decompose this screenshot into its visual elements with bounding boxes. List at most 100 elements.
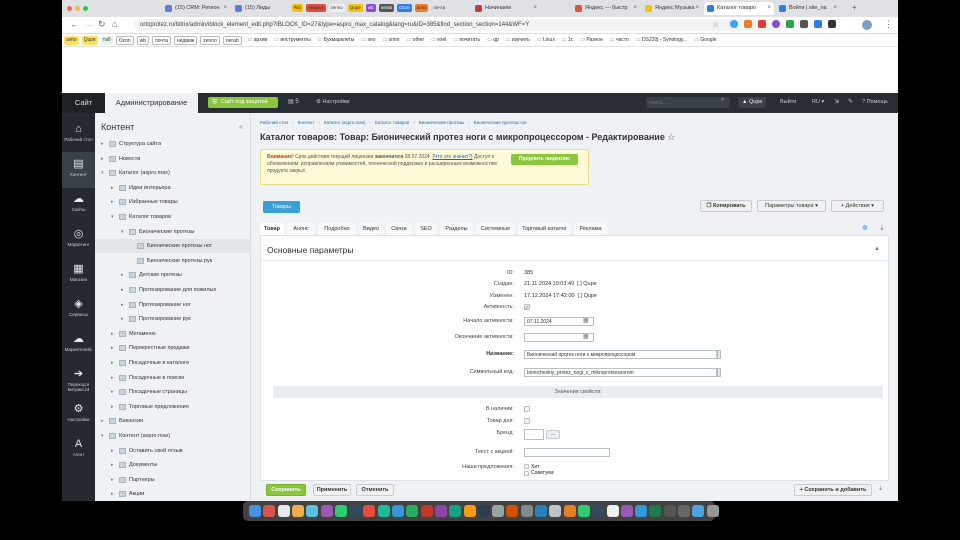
- menu-item[interactable]: ▸ Избранные товары: [95, 195, 250, 209]
- collapse-section-icon[interactable]: ▲: [874, 246, 880, 252]
- browser-tab[interactable]: Начинаем ×: [472, 2, 540, 15]
- dock-app-icon[interactable]: [463, 505, 476, 517]
- pinned-tab[interactable]: zenno: [328, 4, 345, 12]
- menu-item[interactable]: ▸ Структура сайта: [95, 137, 250, 151]
- bookmark-folder[interactable]: почитать: [453, 36, 481, 45]
- menu-item[interactable]: ▸ Идеи интерьера: [95, 181, 250, 195]
- bookmark-folder[interactable]: smm: [383, 36, 400, 45]
- dock-app-icon[interactable]: [492, 505, 505, 517]
- offer-hit-checkbox[interactable]: [524, 464, 529, 469]
- dock-app-icon[interactable]: [449, 505, 462, 517]
- forward-icon[interactable]: →: [84, 19, 93, 29]
- dock-app-icon[interactable]: [506, 505, 519, 517]
- bookmark-item[interactable]: Ozon: [115, 36, 134, 45]
- dock-app-icon[interactable]: [377, 505, 390, 517]
- dock-app-icon[interactable]: [263, 505, 276, 517]
- tab-4[interactable]: Связи: [386, 223, 412, 235]
- menu-item[interactable]: ▾ Бионические протезы: [95, 225, 250, 239]
- dock-app-icon[interactable]: [663, 505, 676, 517]
- bookmark-folder[interactable]: other: [407, 36, 424, 45]
- dock-app-icon[interactable]: [349, 505, 362, 517]
- dock-app-icon[interactable]: [520, 505, 533, 517]
- dock-app-icon[interactable]: [635, 505, 648, 517]
- product-params-button[interactable]: Параметры товара ▾: [757, 200, 826, 212]
- profile-avatar[interactable]: [862, 20, 872, 30]
- bookmark-folder[interactable]: Букмарклеты: [318, 36, 355, 45]
- calendar-icon[interactable]: ▦: [583, 332, 589, 343]
- sale-text-input[interactable]: [524, 448, 610, 457]
- menu-item[interactable]: ▸ Акции: [95, 487, 250, 501]
- brand-input[interactable]: [524, 429, 544, 440]
- extension-icon[interactable]: [786, 20, 794, 28]
- menu-arrow-icon[interactable]: ▸: [121, 268, 124, 282]
- settings-link[interactable]: ⚙ Настройки: [316, 97, 349, 108]
- name-resize-handle[interactable]: [717, 350, 721, 359]
- pinned-tab[interactable]: Ozon: [397, 4, 412, 12]
- bookmark-item[interactable]: Qupe: [81, 36, 98, 45]
- save-and-add-button[interactable]: + Сохранить и добавить: [794, 484, 872, 496]
- menu-arrow-icon[interactable]: ▾: [121, 225, 124, 239]
- browser-tab[interactable]: Каталог товаро ×: [704, 2, 774, 15]
- menu-arrow-icon[interactable]: ▸: [121, 312, 124, 326]
- menu-item[interactable]: ▾ Каталог (aspro.max): [95, 166, 250, 180]
- tab-6[interactable]: Разделы: [440, 223, 473, 235]
- close-tab-icon[interactable]: ×: [833, 2, 837, 15]
- pinned-tab[interactable]: Qupe: [347, 4, 363, 12]
- minimize-window-icon[interactable]: [75, 6, 80, 11]
- close-tab-icon[interactable]: ×: [767, 2, 771, 15]
- pinned-tab[interactable]: nerab: [378, 4, 395, 12]
- pinned-tab[interactable]: почта: [431, 4, 448, 12]
- created-user-id[interactable]: .: [579, 281, 581, 287]
- dock-app-icon[interactable]: [592, 505, 605, 517]
- breadcrumb-item[interactable]: Рабочий стол: [260, 120, 288, 125]
- bookmark-folder[interactable]: часто: [610, 36, 629, 45]
- admin-search-input[interactable]: [646, 97, 730, 108]
- close-tab-icon[interactable]: ×: [695, 2, 699, 15]
- bookmark-folder[interactable]: изучить: [506, 36, 530, 45]
- bookmark-folder[interactable]: Linux: [537, 36, 555, 45]
- dock-app-icon[interactable]: [392, 505, 404, 517]
- menu-arrow-icon[interactable]: ▾: [101, 166, 104, 180]
- dock-app-icon[interactable]: [291, 505, 304, 517]
- home-icon[interactable]: ⌂: [112, 19, 117, 29]
- tab-9[interactable]: Реклама: [574, 223, 607, 235]
- menu-item[interactable]: ▾ Контент (aspro.max): [95, 429, 250, 443]
- dock-app-icon[interactable]: [563, 505, 576, 517]
- menu-item[interactable]: ▸ Протезирование рук: [95, 312, 250, 326]
- menu-item[interactable]: ▸ Партнеры: [95, 473, 250, 487]
- bookmark-folder[interactable]: DS220j - Synology...: [636, 36, 687, 45]
- pinned-tab[interactable]: wb: [365, 4, 376, 12]
- dock-app-icon[interactable]: [649, 505, 662, 517]
- user-menu[interactable]: ▲ Qupe: [738, 97, 767, 108]
- code-input[interactable]: bionicheskiy_protez_nogi_s_mikroprotsess…: [524, 368, 717, 377]
- bookmark-item[interactable]: почта: [152, 36, 172, 45]
- browser-tab[interactable]: Яндекс Музыка ×: [642, 2, 702, 15]
- menu-arrow-icon[interactable]: ▸: [111, 341, 114, 355]
- dock-app-icon[interactable]: [549, 505, 562, 517]
- pinned-tab[interactable]: недвиж: [306, 4, 326, 12]
- active-checkbox[interactable]: ✓: [524, 304, 530, 311]
- bookmark-folder[interactable]: архив: [248, 36, 267, 45]
- copy-button[interactable]: ❐ Копировать: [700, 200, 752, 212]
- close-window-icon[interactable]: [67, 6, 72, 11]
- bookmark-item[interactable]: nerab: [222, 36, 242, 45]
- site-tab[interactable]: Сайт: [62, 93, 105, 113]
- new-tab-icon[interactable]: +: [852, 3, 857, 12]
- bookmark-item[interactable]: zenno: [200, 36, 220, 45]
- dock-app-icon[interactable]: [334, 505, 347, 517]
- browser-tab[interactable]: Яндекс — быстр ×: [572, 2, 640, 15]
- close-tab-icon[interactable]: ×: [633, 2, 637, 15]
- dock-app-icon[interactable]: [692, 505, 705, 517]
- extension-icon[interactable]: [800, 20, 808, 28]
- extension-icon[interactable]: [828, 20, 836, 28]
- extension-icon[interactable]: [730, 20, 738, 28]
- code-resize-handle[interactable]: [717, 368, 721, 377]
- menu-item[interactable]: ▸ Торговые предложения: [95, 400, 250, 414]
- tab-3[interactable]: Видео: [359, 223, 383, 235]
- bookmark-item[interactable]: таб: [100, 36, 113, 45]
- products-list-button[interactable]: Товары: [263, 201, 300, 213]
- breadcrumb-item[interactable]: Каталог (aspro.max): [324, 120, 366, 125]
- dock-app-icon[interactable]: [678, 505, 690, 517]
- collapse-menu-icon[interactable]: «: [239, 124, 243, 131]
- menu-item[interactable]: ▸ Документы: [95, 458, 250, 472]
